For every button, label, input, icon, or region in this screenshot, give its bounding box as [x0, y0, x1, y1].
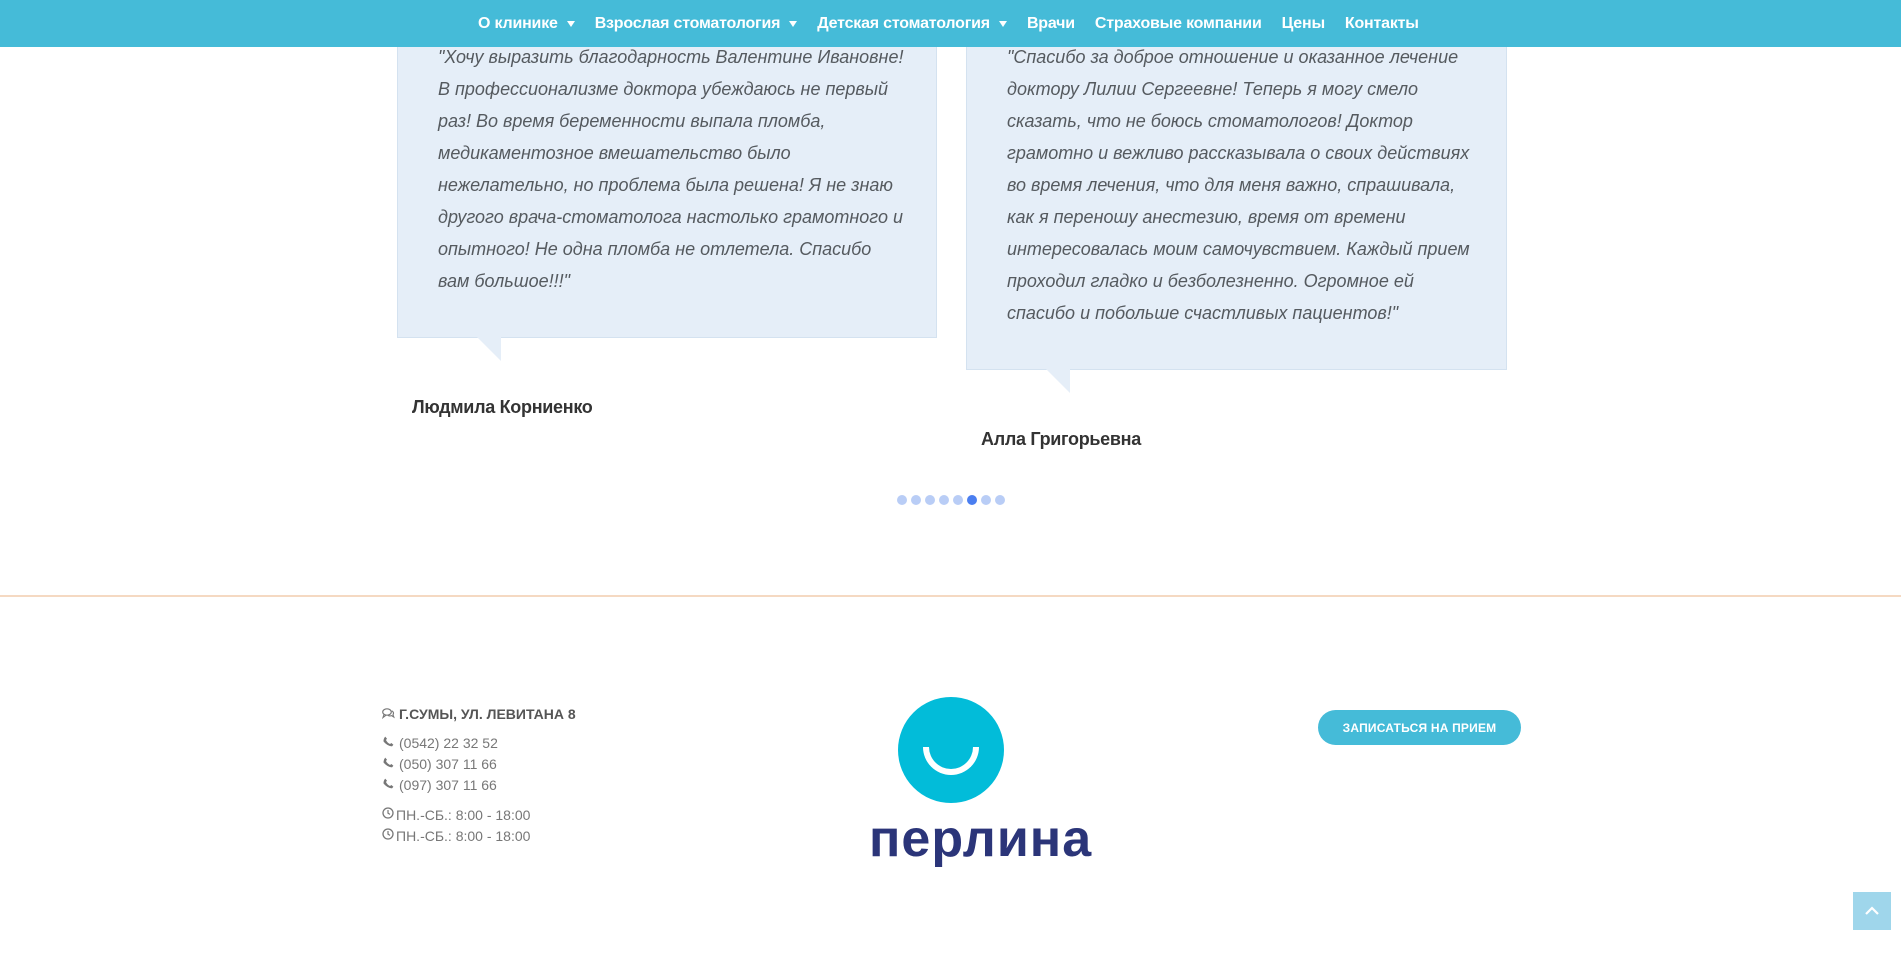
address-text: Г.СУМЫ, УЛ. ЛЕВИТАНА 8 — [399, 706, 576, 722]
testimonial-author: Людмила Корниенко — [412, 397, 593, 417]
testimonial-bubble: "Хочу выразить благодарность Валентине И… — [397, 40, 937, 338]
nav-item-adult-dentistry[interactable]: Взрослая стоматология — [595, 15, 798, 33]
nav-item-label: Взрослая стоматология — [594, 14, 781, 32]
nav-item-kids-dentistry[interactable]: Детская стоматология — [817, 15, 1007, 33]
nav-item-label: Страховые компании — [1094, 14, 1262, 32]
comments-icon — [381, 707, 395, 722]
carousel-dot[interactable] — [995, 495, 1005, 505]
nav-menu: О клинике Взрослая стоматология Детская … — [478, 0, 1439, 47]
nav-item-prices[interactable]: Цены — [1281, 14, 1326, 33]
carousel-dot[interactable] — [953, 495, 963, 505]
bubble-tail — [1046, 369, 1070, 393]
clinic-logo[interactable]: перлина — [869, 695, 1093, 875]
scroll-to-top-button[interactable] — [1853, 892, 1891, 930]
phone-number: (050) 307 11 66 — [399, 755, 497, 772]
carousel-dot[interactable] — [981, 495, 991, 505]
phone-line[interactable]: (050) 307 11 66 — [381, 753, 576, 774]
testimonial-quote: "Спасибо за доброе отношение и оказанное… — [1007, 47, 1470, 323]
hours-line: ПН.-СБ.: 8:00 - 18:00 — [381, 804, 576, 825]
caret-down-icon — [566, 20, 575, 27]
nav-item-doctors[interactable]: Врачи — [1027, 15, 1075, 33]
footer-address: Г.СУМЫ, УЛ. ЛЕВИТАНА 8 — [381, 706, 576, 722]
caret-down-icon — [789, 20, 798, 27]
carousel-dot[interactable] — [897, 495, 907, 505]
hours-line: ПН.-СБ.: 8:00 - 18:00 — [381, 825, 576, 846]
nav-item-label: О клинике — [478, 14, 558, 32]
testimonial-author: Алла Григорьевна — [981, 429, 1141, 449]
clock-icon — [381, 828, 395, 843]
phone-icon — [381, 735, 395, 750]
nav-item-insurance[interactable]: Страховые компании — [1095, 15, 1262, 33]
top-navigation-bar: О клинике Взрослая стоматология Детская … — [0, 0, 1901, 47]
phone-icon — [381, 756, 395, 771]
carousel-dot[interactable] — [925, 495, 935, 505]
carousel-dot[interactable] — [967, 495, 977, 505]
phone-number: (0542) 22 32 52 — [399, 734, 498, 751]
carousel-dot[interactable] — [911, 495, 921, 505]
testimonial-bubble: "Спасибо за доброе отношение и оказанное… — [966, 40, 1507, 370]
hours-text: ПН.-СБ.: 8:00 - 18:00 — [396, 806, 531, 823]
bubble-tail — [477, 337, 501, 361]
testimonial-quote: "Хочу выразить благодарность Валентине И… — [438, 47, 904, 291]
hours-text: ПН.-СБ.: 8:00 - 18:00 — [396, 827, 531, 844]
phone-icon — [381, 777, 395, 792]
nav-item-label: Цены — [1281, 14, 1326, 32]
chevron-up-icon — [1865, 906, 1879, 915]
footer-contacts: Г.СУМЫ, УЛ. ЛЕВИТАНА 8 (0542) 22 32 52 (… — [381, 706, 576, 846]
clock-icon — [381, 807, 395, 822]
nav-item-label: Контакты — [1344, 14, 1419, 32]
book-appointment-button[interactable]: ЗАПИСАТЬСЯ НА ПРИЕМ — [1318, 710, 1521, 745]
logo-wordmark: перлина — [869, 810, 1093, 868]
phone-line[interactable]: (0542) 22 32 52 — [381, 732, 576, 753]
carousel-pagination — [897, 495, 1009, 505]
caret-down-icon — [998, 20, 1007, 27]
section-divider — [0, 595, 1901, 597]
nav-item-label: Врачи — [1026, 14, 1075, 32]
carousel-dot[interactable] — [939, 495, 949, 505]
phone-number: (097) 307 11 66 — [399, 776, 497, 793]
phone-line[interactable]: (097) 307 11 66 — [381, 774, 576, 795]
nav-item-about[interactable]: О клинике — [478, 15, 575, 33]
nav-item-contacts[interactable]: Контакты — [1345, 15, 1419, 33]
nav-item-label: Детская стоматология — [817, 14, 990, 32]
